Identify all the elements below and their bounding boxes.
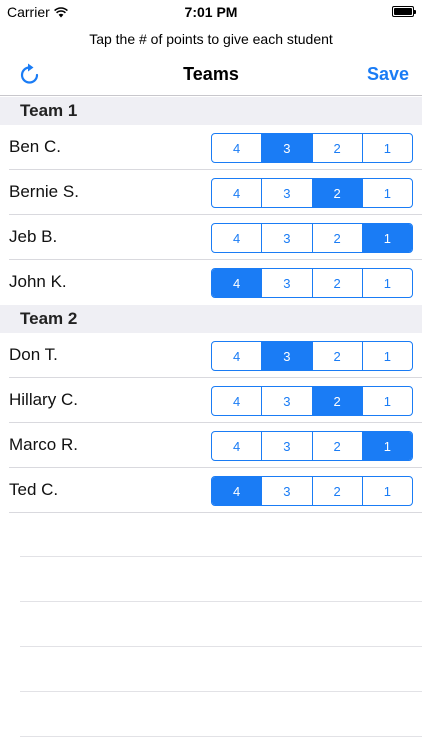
points-option-1[interactable]: 1	[362, 432, 412, 460]
points-option-4[interactable]: 4	[212, 342, 263, 370]
student-name: Marco R.	[9, 435, 78, 454]
points-option-1[interactable]: 1	[363, 269, 412, 297]
student-row: Don T. 4 3 2 1	[0, 333, 422, 378]
status-bar: Carrier 7:01 PM	[0, 0, 422, 24]
battery-icon	[392, 6, 416, 17]
points-option-4[interactable]: 4	[212, 269, 263, 297]
points-option-4[interactable]: 4	[212, 477, 263, 505]
points-option-1[interactable]: 1	[363, 134, 412, 162]
points-option-4[interactable]: 4	[212, 387, 263, 415]
student-row: Ted C. 4 3 2 1	[0, 468, 422, 513]
section-title: Team 2	[20, 309, 78, 328]
student-row: Ben C. 4 3 2 1	[0, 125, 422, 170]
points-selector: 4 3 2 1	[211, 223, 413, 253]
student-name: Bernie S.	[9, 182, 79, 201]
empty-row-divider	[20, 646, 422, 647]
points-option-2[interactable]: 2	[313, 477, 363, 505]
points-option-3[interactable]: 3	[262, 224, 313, 252]
points-option-3[interactable]: 3	[262, 269, 313, 297]
points-selector: 4 3 2 1	[211, 476, 413, 506]
student-row: Marco R. 4 3 2 1	[0, 423, 422, 468]
student-name: John K.	[9, 272, 67, 291]
points-option-3[interactable]: 3	[262, 342, 313, 370]
empty-row-divider	[20, 556, 422, 557]
student-name: Don T.	[9, 345, 58, 364]
points-selector: 4 3 2 1	[211, 178, 413, 208]
points-option-2[interactable]: 2	[313, 342, 363, 370]
points-selector: 4 3 2 1	[211, 133, 413, 163]
student-row: Bernie S. 4 3 2 1	[0, 170, 422, 215]
points-option-1[interactable]: 1	[363, 387, 412, 415]
save-button[interactable]: Save	[367, 64, 409, 85]
student-row: Hillary C. 4 3 2 1	[0, 378, 422, 423]
points-selector: 4 3 2 1	[211, 341, 413, 371]
points-option-4[interactable]: 4	[212, 224, 263, 252]
points-option-2[interactable]: 2	[312, 179, 363, 207]
points-option-1[interactable]: 1	[363, 342, 412, 370]
points-option-2[interactable]: 2	[313, 269, 363, 297]
points-option-1[interactable]: 1	[362, 224, 412, 252]
points-option-3[interactable]: 3	[262, 387, 313, 415]
points-option-2[interactable]: 2	[312, 387, 363, 415]
empty-row-divider	[20, 736, 422, 737]
points-option-2[interactable]: 2	[313, 134, 363, 162]
student-name: Ben C.	[9, 137, 61, 156]
points-option-2[interactable]: 2	[313, 224, 363, 252]
points-option-2[interactable]: 2	[313, 432, 363, 460]
section-header-team-1: Team 1	[0, 97, 422, 125]
points-option-4[interactable]: 4	[212, 134, 263, 162]
student-row: Jeb B. 4 3 2 1	[0, 215, 422, 260]
points-option-1[interactable]: 1	[363, 179, 412, 207]
points-selector: 4 3 2 1	[211, 431, 413, 461]
student-name: Hillary C.	[9, 390, 78, 409]
instruction-text: Tap the # of points to give each student	[89, 31, 333, 47]
section-title: Team 1	[20, 101, 78, 120]
points-option-3[interactable]: 3	[262, 134, 313, 162]
section-header-team-2: Team 2	[0, 305, 422, 333]
student-name: Ted C.	[9, 480, 59, 499]
points-option-3[interactable]: 3	[262, 179, 313, 207]
points-option-4[interactable]: 4	[212, 179, 263, 207]
student-name: Jeb B.	[9, 227, 58, 246]
student-row: John K. 4 3 2 1	[0, 260, 422, 305]
points-option-3[interactable]: 3	[262, 477, 313, 505]
navigation-bar: Teams Save	[0, 54, 422, 96]
empty-row-divider	[20, 691, 422, 692]
status-time: 7:01 PM	[184, 4, 238, 20]
points-selector: 4 3 2 1	[211, 386, 413, 416]
points-option-4[interactable]: 4	[212, 432, 263, 460]
empty-row-divider	[20, 601, 422, 602]
points-option-1[interactable]: 1	[363, 477, 412, 505]
page-title: Teams	[183, 64, 239, 84]
points-option-3[interactable]: 3	[262, 432, 313, 460]
points-selector: 4 3 2 1	[211, 268, 413, 298]
